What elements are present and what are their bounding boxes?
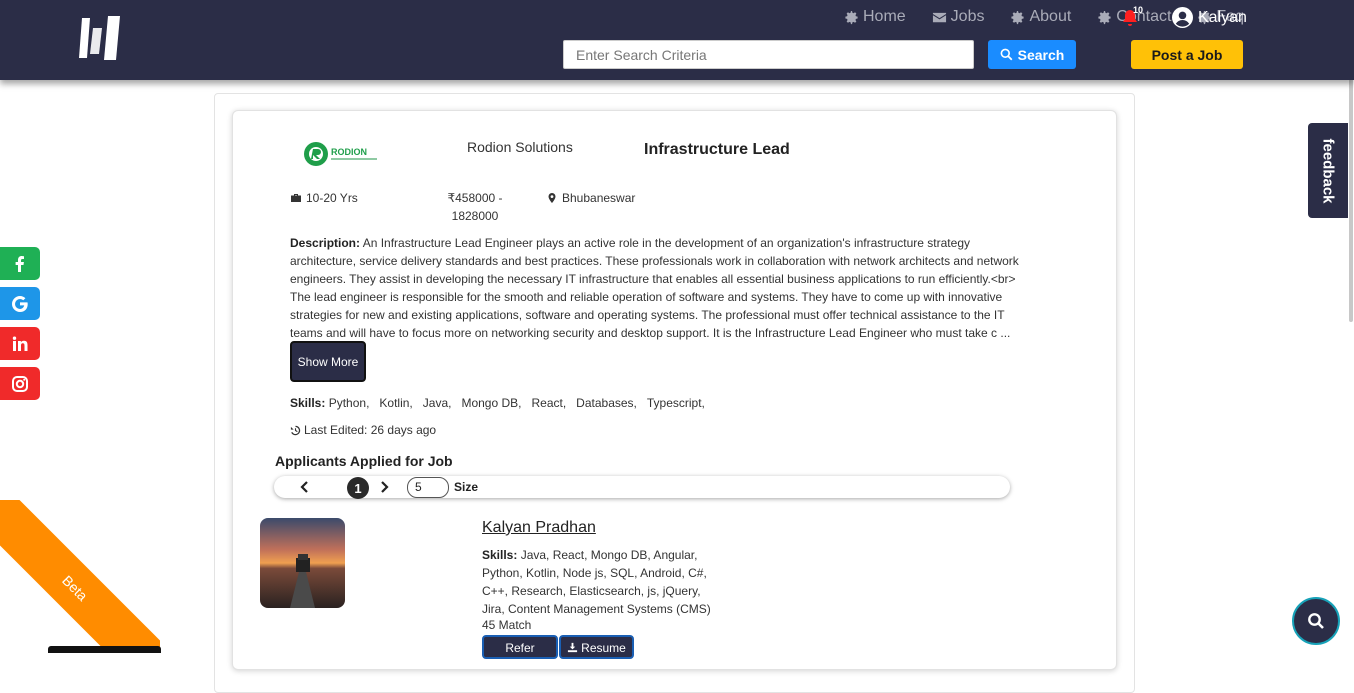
skill-tag: React, bbox=[531, 396, 567, 410]
history-icon bbox=[290, 425, 301, 435]
skill-tag: Python, bbox=[328, 396, 370, 410]
skills-label: Skills: bbox=[290, 396, 326, 410]
description-text: An Infrastructure Lead Engineer plays an… bbox=[290, 236, 1019, 340]
nav-home[interactable]: Home bbox=[844, 8, 906, 26]
applicant-skills-text: Java, React, Mongo DB, Angular, Python, … bbox=[482, 548, 711, 616]
last-edited-text: Last Edited: 26 days ago bbox=[304, 423, 437, 437]
nav-about-label: About bbox=[1029, 8, 1072, 25]
site-logo[interactable] bbox=[78, 14, 122, 62]
gear-icon bbox=[845, 10, 858, 24]
user-menu[interactable]: Kalyan bbox=[1172, 7, 1247, 28]
location: Bhubaneswar bbox=[546, 189, 635, 207]
skill-tag: Java, bbox=[422, 396, 452, 410]
page-number[interactable]: 1 bbox=[347, 477, 369, 499]
google-share[interactable] bbox=[0, 287, 40, 320]
instagram-icon bbox=[12, 375, 28, 392]
skill-tag: Databases, bbox=[576, 396, 637, 410]
beta-ribbon: Beta bbox=[0, 500, 160, 653]
user-circle-icon bbox=[1172, 7, 1193, 28]
notification-count: 10 bbox=[1133, 5, 1144, 15]
download-icon bbox=[568, 642, 578, 653]
feedback-label: feedback bbox=[1319, 137, 1337, 204]
map-marker-icon bbox=[548, 193, 556, 203]
applicants-heading: Applicants Applied for Job bbox=[275, 453, 453, 469]
nav-jobs-label: Jobs bbox=[950, 8, 985, 25]
facebook-icon bbox=[15, 255, 24, 272]
search-button-label: Search bbox=[1017, 46, 1065, 63]
facebook-share[interactable] bbox=[0, 247, 40, 280]
post-job-label: Post a Job bbox=[1151, 46, 1223, 63]
svg-text:RODION: RODION bbox=[331, 147, 367, 157]
last-edited: Last Edited: 26 days ago bbox=[290, 423, 436, 437]
linkedin-icon bbox=[12, 336, 28, 351]
experience-value: 10-20 Yrs bbox=[306, 191, 358, 205]
salary: ₹458000 - 1828000 bbox=[447, 191, 503, 223]
applicant-skills-label: Skills: bbox=[482, 548, 518, 562]
search-button[interactable]: Search bbox=[988, 40, 1076, 69]
description-label: Description: bbox=[290, 236, 361, 250]
applicant-name[interactable]: Kalyan Pradhan bbox=[482, 519, 596, 537]
feedback-tab[interactable]: feedback bbox=[1308, 123, 1348, 218]
applicant-skills: Skills: Java, React, Mongo DB, Angular, … bbox=[482, 546, 722, 618]
page-size-input[interactable]: 5 bbox=[407, 477, 449, 498]
briefcase-icon bbox=[291, 194, 301, 202]
search-input[interactable] bbox=[563, 40, 974, 69]
company-name[interactable]: Rodion Solutions bbox=[467, 139, 573, 155]
match-score: 45 Match bbox=[482, 618, 532, 632]
show-more-label: Show More bbox=[297, 354, 359, 369]
instagram-share[interactable] bbox=[0, 367, 40, 400]
envelope-icon bbox=[932, 12, 946, 22]
applicant-avatar bbox=[260, 518, 345, 608]
google-icon bbox=[12, 295, 28, 312]
bottom-widget[interactable] bbox=[48, 646, 161, 653]
resume-download-button[interactable]: Resume bbox=[559, 635, 634, 659]
gear-icon bbox=[1098, 10, 1111, 24]
refer-button[interactable]: Refer bbox=[482, 635, 558, 659]
skill-tag: Kotlin, bbox=[379, 396, 413, 410]
page-size-label: Size bbox=[454, 480, 479, 494]
nav-home-label: Home bbox=[862, 8, 906, 25]
job-description: Description: An Infrastructure Lead Engi… bbox=[290, 234, 1020, 342]
user-name: Kalyan bbox=[1198, 8, 1247, 26]
location-value: Bhubaneswar bbox=[562, 191, 636, 205]
chevron-right-icon[interactable] bbox=[378, 480, 390, 494]
job-skills: Skills: Python, Kotlin, Java, Mongo DB, Reac… bbox=[290, 395, 715, 411]
post-job-button[interactable]: Post a Job bbox=[1131, 40, 1243, 69]
experience: 10-20 Yrs bbox=[290, 189, 358, 207]
top-navbar: Home Jobs About Contact Faq 10 Kalyan En… bbox=[0, 0, 1354, 80]
nav-about[interactable]: About bbox=[1010, 8, 1071, 26]
chevron-left-icon[interactable] bbox=[299, 480, 311, 494]
skill-tag: Typescript, bbox=[646, 396, 705, 410]
linkedin-share[interactable] bbox=[0, 327, 40, 360]
company-logo: RODION bbox=[304, 142, 377, 166]
show-more-button[interactable]: Show More bbox=[290, 341, 366, 382]
beta-label: Beta bbox=[0, 500, 160, 653]
search-icon bbox=[1308, 613, 1324, 629]
page-scrollbar[interactable] bbox=[1349, 40, 1353, 322]
search-icon bbox=[1000, 48, 1013, 61]
nav-jobs[interactable]: Jobs bbox=[932, 8, 985, 26]
resume-label: Resume bbox=[581, 641, 626, 655]
floating-search-button[interactable] bbox=[1292, 597, 1340, 645]
gear-icon bbox=[1011, 10, 1025, 24]
job-title: Infrastructure Lead bbox=[644, 141, 790, 158]
skill-tag: Mongo DB, bbox=[461, 396, 522, 410]
